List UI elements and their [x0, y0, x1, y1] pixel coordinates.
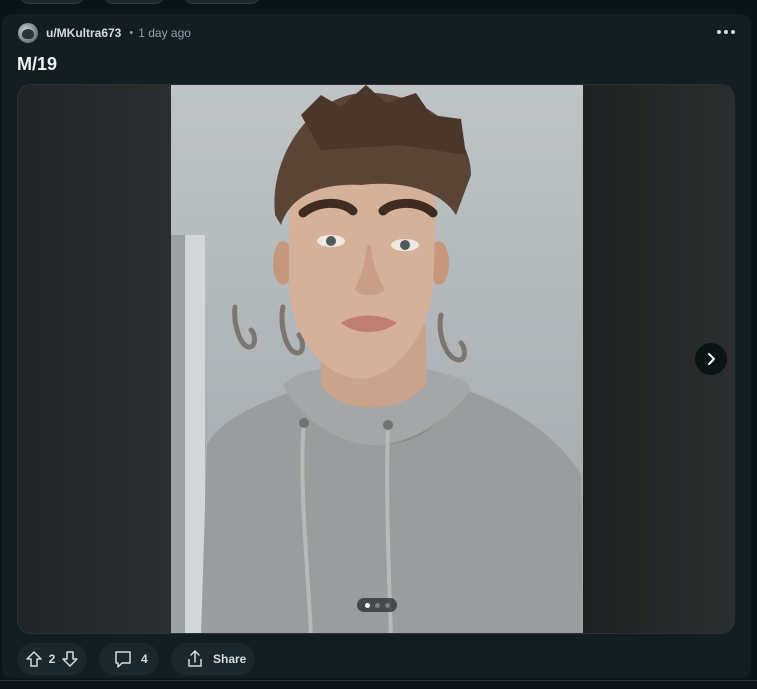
media-gallery[interactable]: [17, 84, 735, 634]
vote-group: 2: [17, 643, 87, 675]
post-title[interactable]: M/19: [17, 54, 57, 75]
gallery-next-button[interactable]: [695, 343, 727, 375]
gallery-indicator: [357, 598, 397, 612]
more-horizontal-icon: [724, 30, 728, 34]
comment-icon: [113, 649, 133, 669]
share-icon: [185, 649, 205, 669]
gallery-photo[interactable]: [171, 85, 583, 633]
gallery-dot: [374, 602, 380, 608]
downvote-icon[interactable]: [61, 650, 79, 668]
more-horizontal-icon: [717, 30, 721, 34]
author-link[interactable]: u/MKultra673: [46, 26, 121, 40]
share-button[interactable]: Share: [171, 643, 255, 675]
comments-button[interactable]: 4: [99, 643, 159, 675]
gallery-dot: [384, 602, 390, 608]
post-actions: 2 4 Share: [17, 643, 255, 675]
photo-illustration: [171, 85, 583, 633]
top-tab[interactable]: [184, 0, 260, 4]
post-time: 1 day ago: [138, 26, 191, 40]
avatar[interactable]: [18, 23, 38, 43]
top-tab[interactable]: [104, 0, 164, 4]
chevron-right-icon: [708, 353, 715, 365]
share-label: Share: [213, 652, 247, 666]
more-horizontal-icon: [731, 30, 735, 34]
comment-count: 4: [141, 652, 148, 666]
vote-score: 2: [48, 652, 56, 666]
divider: [0, 680, 757, 681]
top-tab[interactable]: [20, 0, 84, 4]
blurred-backdrop-left: [18, 85, 171, 633]
upvote-icon[interactable]: [25, 650, 43, 668]
top-strip: [0, 0, 757, 12]
more-options-button[interactable]: [712, 22, 740, 42]
gallery-dot-active: [364, 602, 370, 608]
post-meta: u/MKultra673 • 1 day ago: [18, 22, 191, 44]
meta-separator: •: [129, 27, 134, 39]
